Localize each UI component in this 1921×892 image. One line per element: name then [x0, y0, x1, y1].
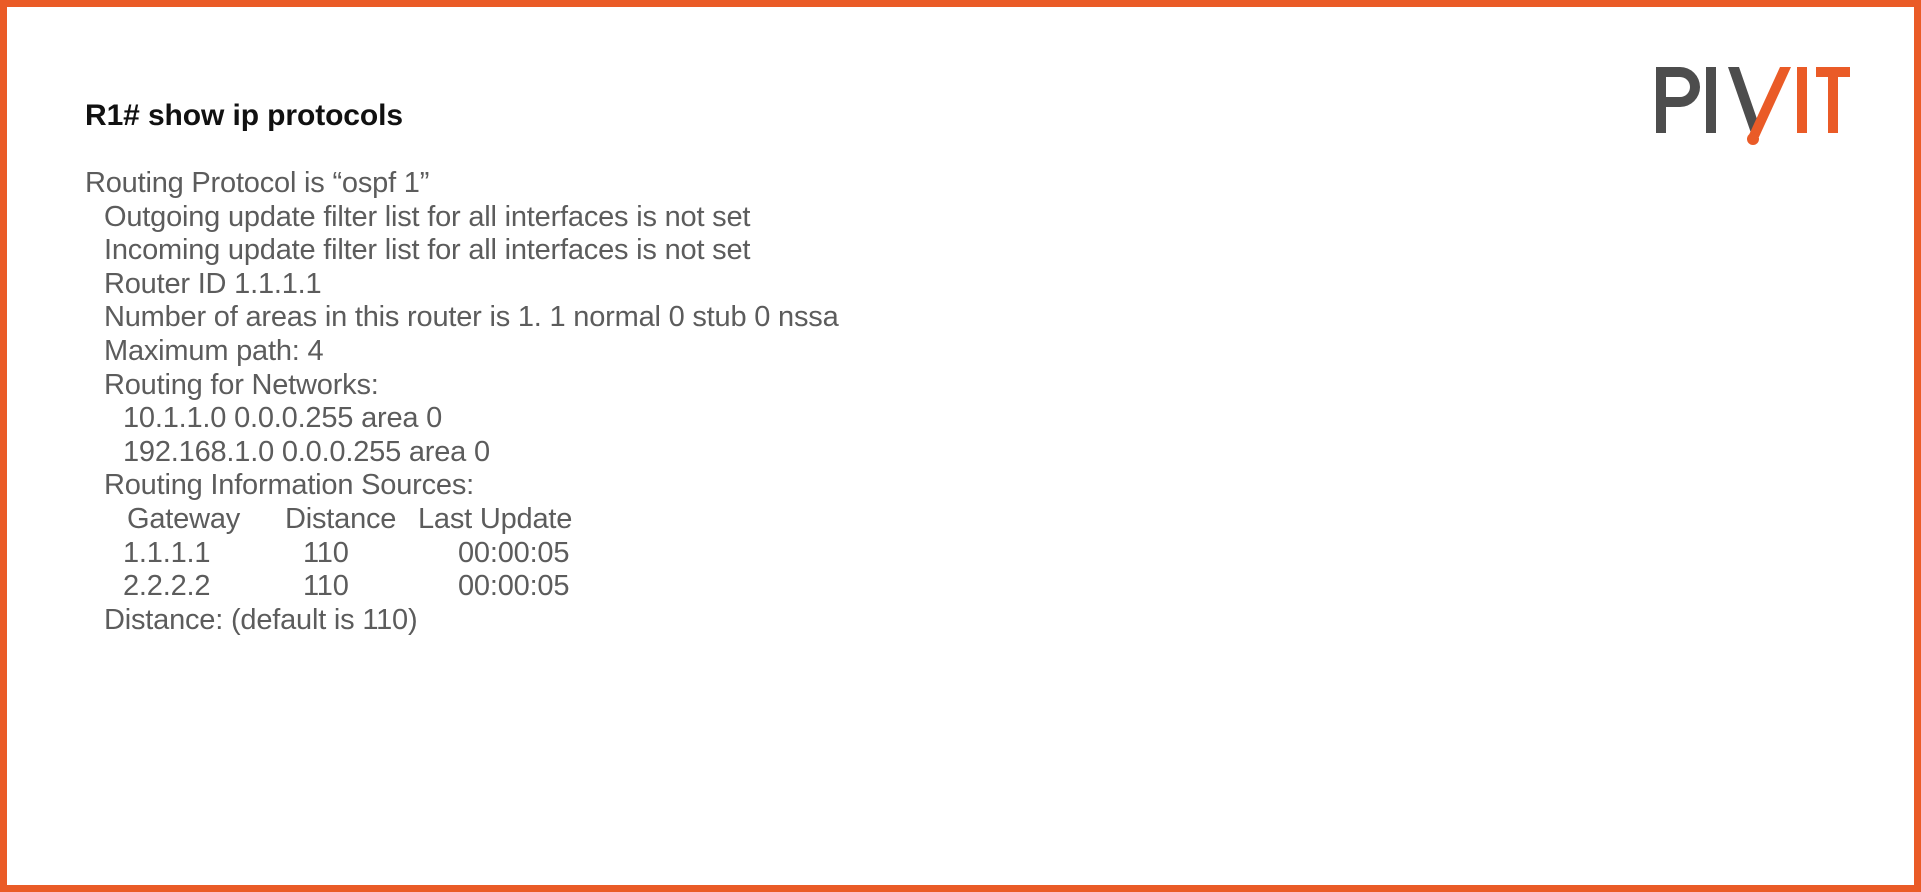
cell-last-update: 00:00:05 — [458, 570, 570, 603]
output-line: 10.1.1.0 0.0.0.255 area 0 — [123, 402, 443, 435]
pivit-logo — [1652, 55, 1852, 145]
cell-gateway: 2.2.2.2 — [123, 570, 211, 603]
column-header-distance: Distance — [285, 502, 397, 535]
output-line: Maximum path: 4 — [104, 334, 324, 367]
output-line: Routing Protocol is “ospf 1” — [85, 167, 430, 199]
output-line: Outgoing update filter list for all inte… — [104, 200, 751, 233]
command-output: Routing Protocol is “ospf 1” Outgoing up… — [85, 167, 1385, 637]
output-line: Incoming update filter list for all inte… — [104, 234, 751, 267]
output-line: Routing for Networks: — [104, 368, 379, 401]
output-line: Number of areas in this router is 1. 1 n… — [104, 301, 839, 334]
output-line: Router ID 1.1.1.1 — [104, 267, 322, 300]
sources-table-header: Gateway Distance Last Update — [85, 503, 1385, 537]
output-line: Routing Information Sources: — [104, 469, 474, 502]
output-line-distance: Distance: (default is 110) — [104, 603, 418, 636]
cell-last-update: 00:00:05 — [458, 536, 570, 569]
column-header-gateway: Gateway — [127, 502, 241, 535]
slide-canvas: R1# show ip protocols Routing Protocol i… — [0, 0, 1921, 892]
output-line: 192.168.1.0 0.0.0.255 area 0 — [123, 435, 490, 468]
cell-distance: 110 — [303, 570, 349, 603]
column-header-last-update: Last Update — [418, 502, 573, 535]
cell-distance: 110 — [303, 536, 349, 569]
table-row: 2.2.2.2 110 00:00:05 — [85, 570, 1385, 604]
command-heading: R1# show ip protocols — [85, 99, 403, 132]
cell-gateway: 1.1.1.1 — [123, 536, 211, 569]
table-row: 1.1.1.1 110 00:00:05 — [85, 537, 1385, 571]
pivit-logo-icon — [1656, 67, 1850, 145]
